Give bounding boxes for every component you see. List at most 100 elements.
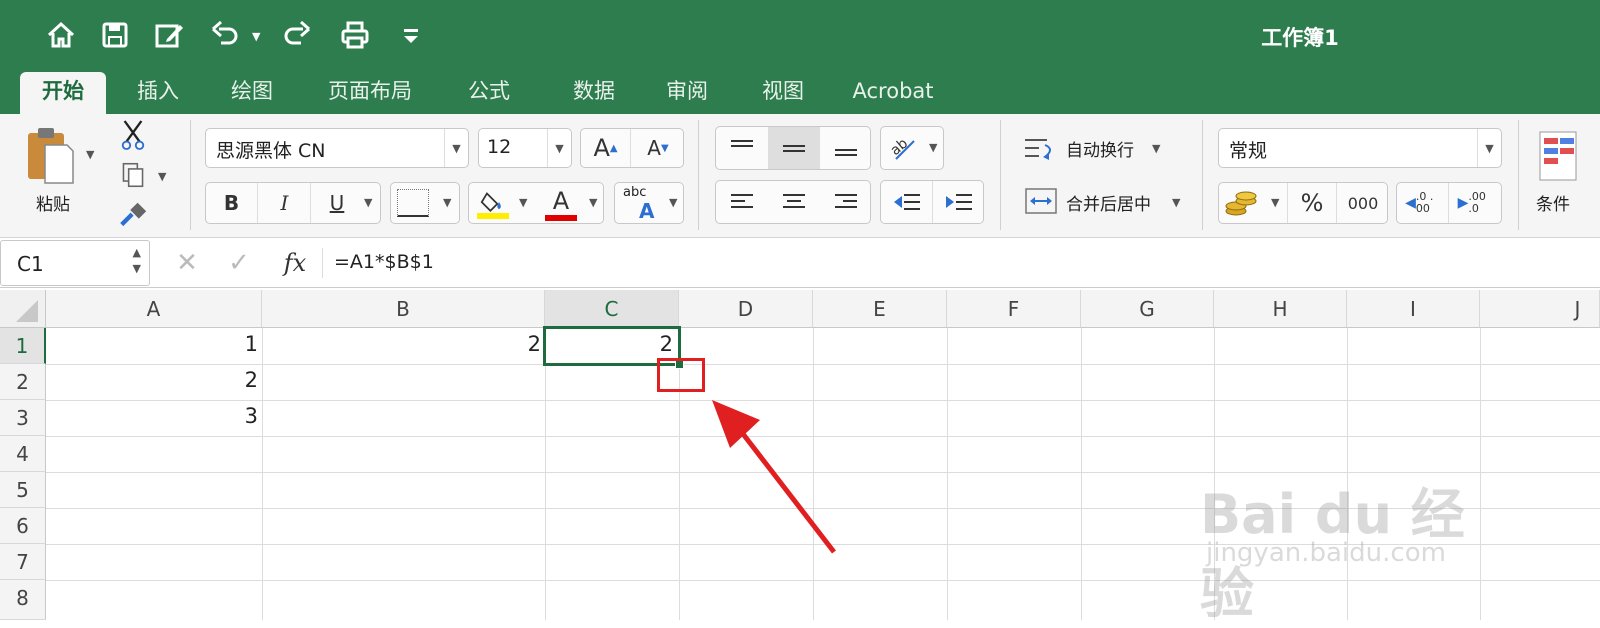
column-header-f[interactable]: F: [947, 290, 1081, 328]
copy-dropdown-icon[interactable]: ▼: [158, 170, 166, 183]
row-header-1[interactable]: 1: [0, 328, 46, 364]
formula-input[interactable]: =A1*$B$1: [334, 251, 434, 273]
row-header-6[interactable]: 6: [0, 508, 46, 544]
increase-decimal-button[interactable]: ◀ .0 .00: [1397, 183, 1449, 223]
underline-dropdown-icon[interactable]: ▼: [364, 196, 372, 209]
column-header-d[interactable]: D: [679, 290, 813, 328]
column-header-e[interactable]: E: [813, 290, 947, 328]
redo-icon[interactable]: [280, 18, 314, 52]
column-header-b[interactable]: B: [262, 290, 545, 328]
tab-view[interactable]: 视图: [748, 72, 818, 114]
wrap-text-icon[interactable]: [1022, 134, 1060, 164]
undo-dropdown-icon[interactable]: ▼: [252, 30, 260, 43]
grow-font-icon: A: [593, 134, 610, 162]
shrink-font-button[interactable]: A ▼: [633, 129, 683, 167]
decrease-indent-icon[interactable]: [881, 181, 933, 223]
insert-function-icon[interactable]: fx: [278, 246, 312, 280]
cell-b1[interactable]: 2: [262, 332, 545, 356]
phonetic-button[interactable]: abc A ▼: [614, 182, 684, 224]
name-box[interactable]: C1 ▲ ▼: [0, 240, 150, 286]
font-name-select[interactable]: 思源黑体 CN ▼: [205, 128, 469, 168]
tab-page-layout[interactable]: 页面布局: [315, 72, 425, 114]
orientation-dropdown-icon[interactable]: ▼: [929, 141, 937, 154]
number-format-dropdown-icon[interactable]: ▼: [1477, 129, 1501, 167]
row-header-4[interactable]: 4: [0, 436, 46, 472]
tab-acrobat[interactable]: Acrobat: [838, 72, 948, 114]
orientation-icon: ab: [883, 129, 923, 167]
fill-color-icon[interactable]: [473, 185, 513, 221]
tab-review[interactable]: 审阅: [652, 72, 722, 114]
orientation-button[interactable]: ab ▼: [880, 126, 944, 170]
cancel-icon[interactable]: ✕: [172, 248, 202, 278]
currency-icon[interactable]: [1221, 185, 1261, 221]
percent-button[interactable]: %: [1287, 183, 1337, 223]
number-style-group: ▼ % 000: [1218, 182, 1388, 224]
italic-button[interactable]: I: [259, 183, 311, 223]
grow-font-button[interactable]: A ▲: [581, 129, 631, 167]
copy-icon[interactable]: [118, 160, 148, 190]
borders-dropdown-icon[interactable]: ▼: [443, 196, 451, 209]
number-format-select[interactable]: 常规 ▼: [1218, 128, 1502, 168]
merge-center-label[interactable]: 合并后居中: [1066, 190, 1151, 215]
currency-dropdown-icon[interactable]: ▼: [1271, 196, 1279, 209]
column-header-h[interactable]: H: [1214, 290, 1347, 328]
cell-a3[interactable]: 3: [46, 404, 262, 428]
align-center-icon[interactable]: [768, 181, 820, 223]
merge-center-dropdown-icon[interactable]: ▼: [1172, 196, 1180, 209]
column-header-g[interactable]: G: [1081, 290, 1214, 328]
row-header-7[interactable]: 7: [0, 544, 46, 580]
save-icon[interactable]: [98, 18, 132, 52]
paste-dropdown-icon[interactable]: ▼: [86, 148, 94, 161]
cut-icon[interactable]: [118, 118, 148, 152]
column-header-c[interactable]: C: [545, 290, 679, 328]
borders-button[interactable]: ▼: [390, 182, 460, 224]
tab-home[interactable]: 开始: [20, 72, 106, 114]
conditional-format-label[interactable]: 条件: [1536, 190, 1570, 215]
print-icon[interactable]: [338, 18, 372, 52]
underline-button[interactable]: U: [312, 183, 362, 223]
select-all-corner[interactable]: [0, 290, 46, 328]
font-size-dropdown-icon[interactable]: ▼: [547, 129, 571, 167]
tab-data[interactable]: 数据: [548, 72, 640, 114]
undo-icon[interactable]: [208, 18, 242, 52]
wrap-text-label[interactable]: 自动换行: [1066, 136, 1134, 161]
name-box-stepper-icon[interactable]: ▲ ▼: [133, 245, 141, 277]
align-top-icon[interactable]: [716, 127, 768, 169]
customize-icon[interactable]: [394, 18, 428, 52]
cell-a2[interactable]: 2: [46, 368, 262, 392]
font-size-select[interactable]: 12 ▼: [478, 128, 572, 168]
font-color-dropdown-icon[interactable]: ▼: [589, 196, 597, 209]
row-header-5[interactable]: 5: [0, 472, 46, 508]
row-header-3[interactable]: 3: [0, 400, 46, 436]
align-right-icon[interactable]: [820, 181, 872, 223]
align-middle-icon[interactable]: [768, 127, 820, 169]
column-header-i[interactable]: I: [1347, 290, 1480, 328]
align-bottom-icon[interactable]: [820, 127, 872, 169]
format-painter-icon[interactable]: [116, 200, 150, 230]
phonetic-dropdown-icon[interactable]: ▼: [669, 196, 677, 209]
font-color-button[interactable]: A: [539, 183, 583, 221]
column-header-j[interactable]: J: [1480, 290, 1600, 328]
edit-icon[interactable]: [152, 18, 186, 52]
tab-insert[interactable]: 插入: [120, 72, 196, 114]
tab-draw[interactable]: 绘图: [214, 72, 290, 114]
enter-icon[interactable]: ✓: [224, 248, 254, 278]
increase-indent-icon[interactable]: [933, 181, 985, 223]
tab-formulas[interactable]: 公式: [454, 72, 524, 114]
fill-color-dropdown-icon[interactable]: ▼: [519, 196, 527, 209]
home-icon[interactable]: [44, 18, 78, 52]
align-left-icon[interactable]: [716, 181, 768, 223]
decrease-decimal-button[interactable]: ▶ .00 .0: [1449, 183, 1501, 223]
cell-a1[interactable]: 1: [46, 332, 262, 356]
paste-icon[interactable]: [22, 124, 78, 186]
thousands-button[interactable]: 000: [1337, 183, 1389, 223]
row-header-2[interactable]: 2: [0, 364, 46, 400]
merge-center-icon[interactable]: [1022, 186, 1060, 216]
bold-button[interactable]: B: [206, 183, 258, 223]
font-name-dropdown-icon[interactable]: ▼: [444, 129, 468, 167]
column-header-a[interactable]: A: [46, 290, 262, 328]
wrap-text-dropdown-icon[interactable]: ▼: [1152, 142, 1160, 155]
row-header-8[interactable]: 8: [0, 580, 46, 620]
conditional-format-icon[interactable]: [1538, 128, 1578, 184]
number-format-value: 常规: [1229, 140, 1268, 162]
